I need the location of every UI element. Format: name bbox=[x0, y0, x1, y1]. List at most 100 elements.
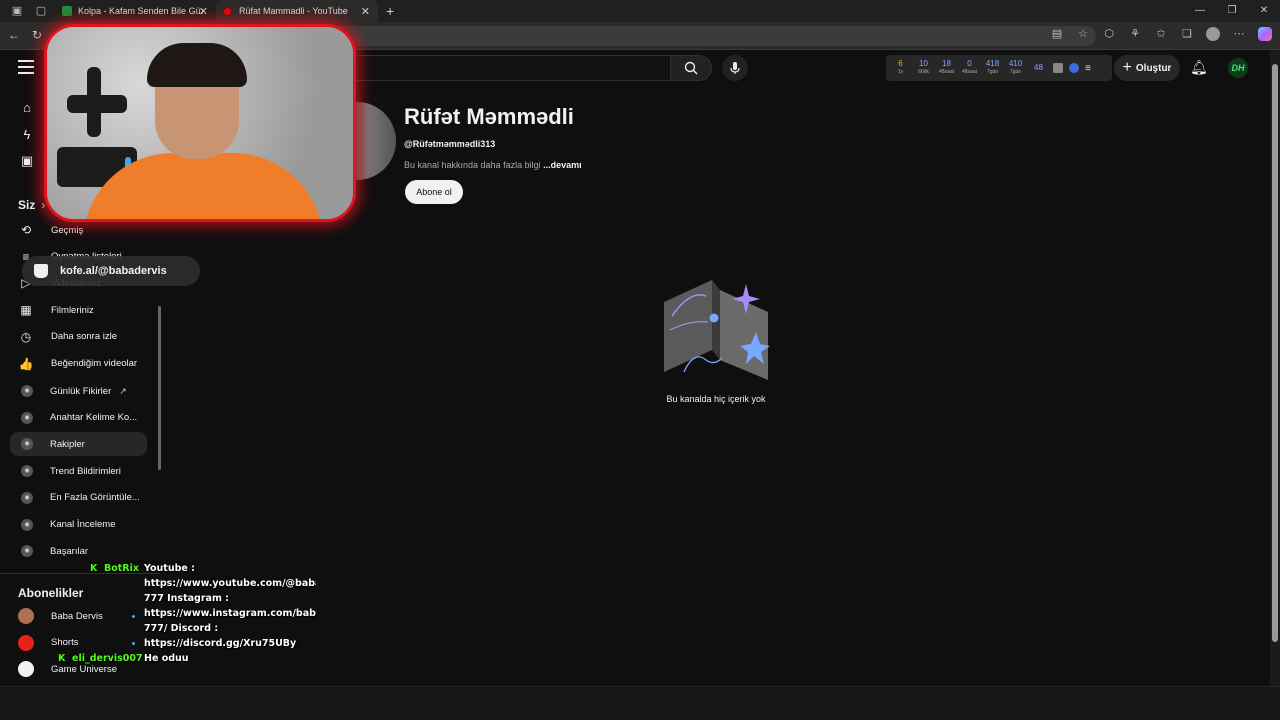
more-icon[interactable]: ⋯ bbox=[1232, 27, 1246, 41]
browser-extension-icons: ▤ ☆ ⬡ ⚘ ✩ ❏ ⋯ bbox=[1050, 27, 1272, 41]
stat-counter: 0 48saat bbox=[958, 60, 981, 76]
sidebar-extension-item[interactable]: ◉ Günlük Fikirler ↗ bbox=[10, 379, 147, 403]
search-button[interactable] bbox=[670, 55, 712, 81]
stat-value: 6 bbox=[898, 59, 903, 68]
new-content-dot-icon bbox=[132, 641, 135, 645]
you-section-title[interactable]: Siz › bbox=[18, 198, 45, 212]
account-avatar[interactable]: DH bbox=[1228, 58, 1248, 78]
menu-icon[interactable]: ≡ bbox=[1085, 63, 1091, 74]
subscription-item[interactable]: Baba Dervis bbox=[10, 604, 147, 628]
home-icon[interactable]: ⌂ bbox=[19, 100, 35, 116]
chat-username: BotRix bbox=[104, 563, 140, 574]
subscription-item[interactable]: Shorts bbox=[10, 631, 147, 655]
stat-counter: 18 48saat bbox=[935, 60, 958, 76]
sidebar-item-label: Rakipler bbox=[50, 438, 85, 450]
extension-logo-icon[interactable] bbox=[1069, 63, 1079, 73]
hamburger-menu-icon[interactable] bbox=[18, 60, 34, 74]
browser-tab-youtube[interactable]: Rüfat Mammadli - YouTube ✕ bbox=[216, 0, 378, 22]
stat-value: 10 bbox=[919, 59, 928, 68]
tab-actions-icon[interactable]: ▢ bbox=[34, 4, 48, 18]
copilot-icon[interactable] bbox=[1258, 27, 1272, 41]
chat-message-line: He oduu bbox=[144, 653, 189, 664]
sidebar-extension-item[interactable]: ◉ Kanal İnceleme bbox=[10, 513, 147, 537]
close-tab-icon[interactable]: ✕ bbox=[361, 5, 370, 18]
sidebar-item-label: Başarılar bbox=[50, 545, 89, 557]
sidebar-extension-item[interactable]: ◉ Rakipler bbox=[10, 432, 147, 457]
voice-search-button[interactable] bbox=[722, 55, 748, 81]
stat-counter: 48 bbox=[1027, 64, 1050, 72]
search-icon bbox=[684, 61, 698, 75]
favorites-icon[interactable]: ✩ bbox=[1154, 27, 1168, 41]
sidebar-item-label: Anahtar Kelime Ko... bbox=[50, 412, 138, 424]
stat-value: 410 bbox=[1008, 59, 1023, 68]
subscribe-button[interactable]: Abone ol bbox=[405, 180, 463, 204]
sidebar-item-label: Kanal İnceleme bbox=[50, 519, 116, 530]
browser-tab-kolpa[interactable]: Kolpa - Kafam Senden Bile Güzel ✕ bbox=[54, 0, 216, 22]
tab-title: Kolpa - Kafam Senden Bile Güzel bbox=[78, 6, 203, 16]
stat-label: 48saat bbox=[938, 69, 954, 75]
extension-tool-icon: ◉ bbox=[21, 491, 33, 504]
stat-label: 1y bbox=[897, 69, 904, 75]
workspaces-icon[interactable]: ▣ bbox=[10, 4, 24, 18]
chat-username-line: K BotRix bbox=[90, 563, 139, 574]
extension-icon[interactable]: ⚘ bbox=[1128, 27, 1142, 41]
donation-badge: kofe.al/@babadervis bbox=[22, 256, 200, 286]
thumbs-up-icon: 👍 bbox=[18, 356, 34, 371]
analytics-extension-bar[interactable]: 6 1y 10 60dk 18 48saat 0 48saat 418 7gün 410 7gün 48… bbox=[886, 55, 1112, 81]
subscriptions-section-title: Abonelikler bbox=[18, 586, 84, 600]
sidebar-extension-item[interactable]: ◉ Trend Bildirimleri bbox=[10, 459, 147, 483]
sidebar-item-clock[interactable]: ◷ Daha sonra izle bbox=[10, 325, 147, 349]
stat-value: 418 bbox=[985, 59, 1000, 68]
search-input[interactable] bbox=[340, 55, 672, 81]
channel-description[interactable]: Bu kanal hakkında daha fazla bilgi ...de… bbox=[404, 160, 582, 170]
sidebar-extension-item[interactable]: ◉ Anahtar Kelime Ko... bbox=[10, 406, 147, 430]
sidebar-item-label: Günlük Fikirler bbox=[50, 385, 112, 397]
back-icon[interactable]: ← bbox=[8, 28, 20, 42]
close-tab-icon[interactable]: ✕ bbox=[199, 5, 208, 18]
sidebar-item-movies[interactable]: ▦ Filmleriniz bbox=[10, 298, 147, 322]
sidebar-extension-item[interactable]: ◉ En Fazla Görüntüle... bbox=[10, 486, 147, 510]
image-icon[interactable] bbox=[1053, 63, 1063, 73]
close-window-icon[interactable]: ✕ bbox=[1248, 0, 1280, 22]
new-content-dot-icon bbox=[132, 615, 135, 618]
page-scrollbar[interactable] bbox=[1270, 50, 1280, 686]
browser-tab-strip: ▣ ▢ Kolpa - Kafam Senden Bile Güzel ✕ Rü… bbox=[0, 0, 1280, 22]
reload-icon[interactable]: ↻ bbox=[32, 28, 42, 42]
clock-icon: ◷ bbox=[20, 329, 32, 344]
subscriptions-icon[interactable]: ▣ bbox=[19, 153, 35, 169]
sidebar-item-label: Beğendiğim videolar bbox=[51, 358, 138, 369]
sidebar-scrollbar[interactable] bbox=[158, 306, 161, 470]
collections-icon[interactable]: ❏ bbox=[1180, 27, 1194, 41]
stat-label: 48saat bbox=[961, 69, 977, 75]
microphone-icon bbox=[730, 62, 740, 74]
create-button[interactable]: + Oluştur bbox=[1114, 55, 1180, 81]
channel-handle: @Rüfətməmmədli313 bbox=[404, 139, 496, 149]
tab-title: Rüfat Mammadli - YouTube bbox=[239, 6, 348, 16]
shorts-icon[interactable]: ϟ bbox=[19, 127, 35, 143]
new-tab-button[interactable]: + bbox=[386, 3, 394, 19]
minimize-icon[interactable]: — bbox=[1184, 0, 1216, 22]
maximize-icon[interactable]: ❐ bbox=[1216, 0, 1248, 22]
channel-avatar-icon bbox=[18, 661, 34, 678]
extension-tool-icon: ◉ bbox=[21, 518, 33, 531]
extension-tool-icon: ◉ bbox=[21, 385, 33, 397]
sidebar-extension-item[interactable]: ◉ Başarılar bbox=[10, 539, 147, 563]
profile-avatar-icon[interactable] bbox=[1206, 27, 1220, 41]
stat-label: 7gün bbox=[986, 69, 999, 75]
plus-icon: + bbox=[1122, 59, 1132, 76]
stat-value: 48 bbox=[1034, 63, 1043, 72]
empty-state-message: Bu kanalda hiç içerik yok bbox=[666, 394, 766, 404]
taskbar bbox=[0, 686, 1280, 720]
extensions-icon[interactable]: ⬡ bbox=[1102, 27, 1116, 41]
sidebar-item-label: Geçmiş bbox=[51, 224, 84, 236]
extension-tool-icon: ◉ bbox=[21, 545, 33, 558]
read-mode-icon[interactable]: ▤ bbox=[1050, 27, 1064, 41]
notifications-bell-icon[interactable]: 🔔︎ bbox=[1190, 59, 1208, 76]
stat-label: 60dk bbox=[918, 69, 929, 75]
extension-tool-icon: ◉ bbox=[21, 411, 33, 424]
more-link[interactable]: ...devamı bbox=[543, 160, 582, 170]
star-icon[interactable]: ☆ bbox=[1076, 27, 1090, 41]
chat-message-line: 777 İnstagram : bbox=[144, 593, 229, 604]
extension-tool-icon: ◉ bbox=[21, 438, 33, 451]
sidebar-item-thumbs-up[interactable]: 👍 Beğendiğim videolar bbox=[10, 352, 147, 376]
